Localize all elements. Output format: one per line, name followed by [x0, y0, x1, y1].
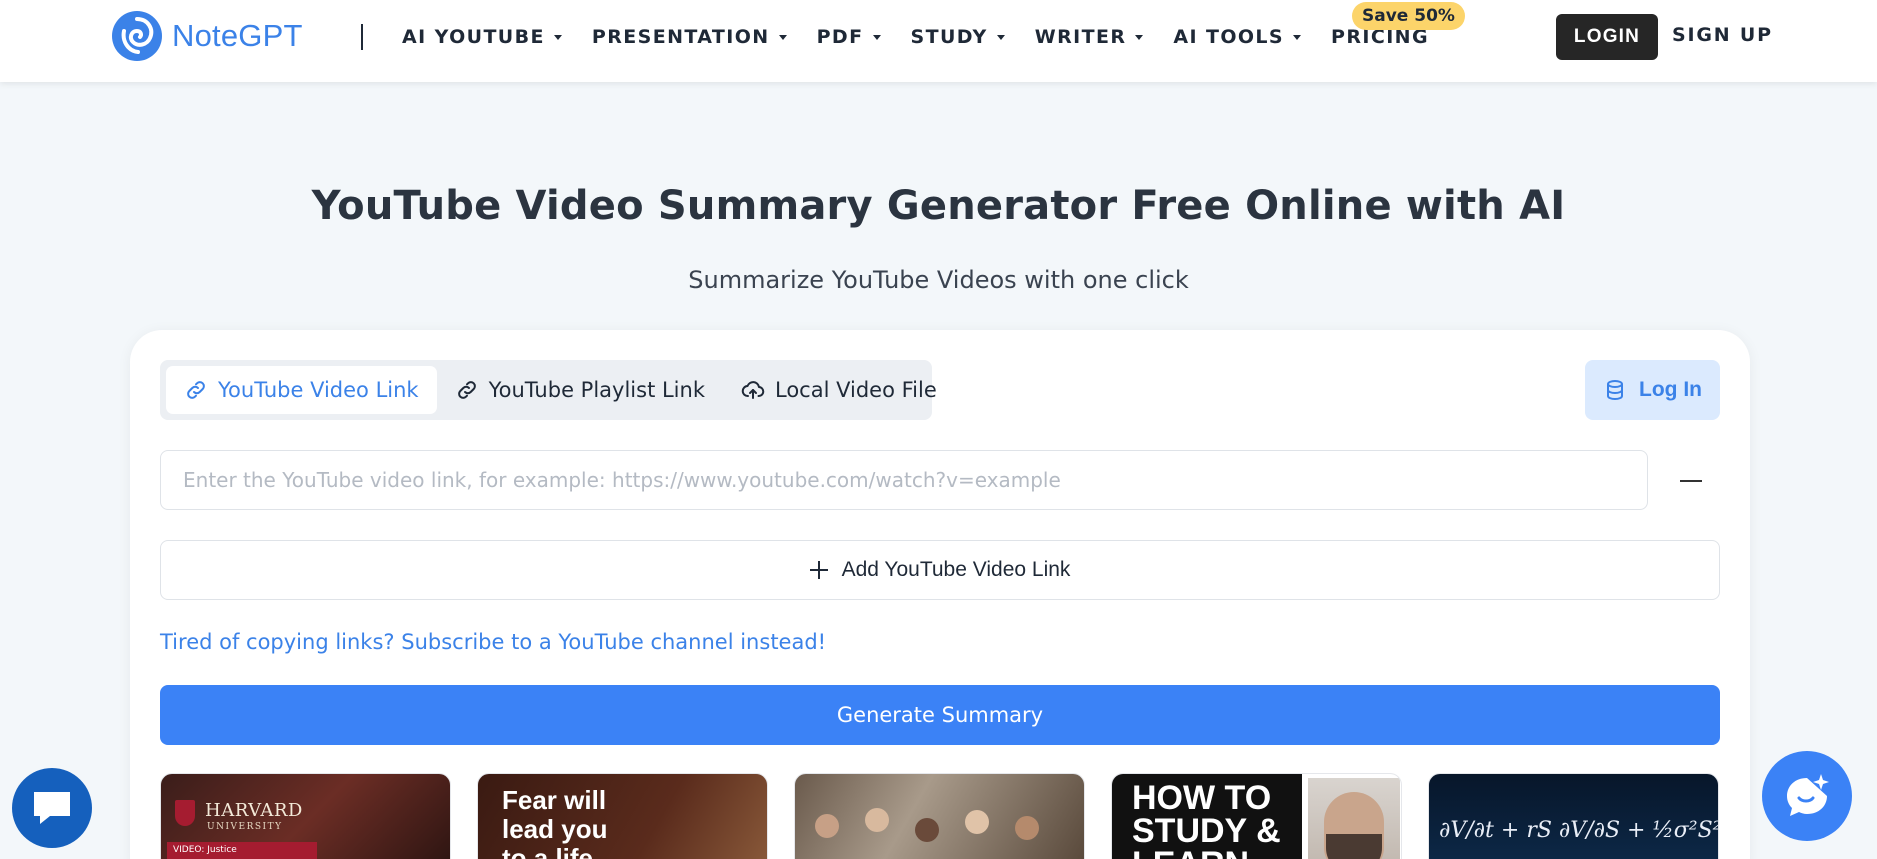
thumbnail-caption: Fear will lead you to a life: [502, 785, 608, 859]
tab-youtube-video-link[interactable]: YouTube Video Link: [166, 366, 437, 414]
caret-down-icon: [1293, 34, 1302, 40]
youtube-link-input[interactable]: [160, 450, 1648, 510]
logo-text: NoteGPT: [172, 18, 303, 53]
logo[interactable]: NoteGPT: [110, 10, 303, 62]
chat-bubble-icon: [34, 792, 70, 824]
main-nav: AI YOUTUBE PRESENTATION PDF STUDY WRITER…: [402, 0, 1459, 74]
tab-local-video-file[interactable]: Local Video File: [723, 366, 955, 414]
speaker-portrait: [1308, 778, 1400, 859]
caret-down-icon: [553, 34, 562, 40]
nav-ai-tools[interactable]: AI TOOLS: [1173, 26, 1302, 48]
thumbnail-black-scholes[interactable]: ∂V/∂t + rS ∂V/∂S + ½σ²S² ∂²V/∂S² − rV = …: [1428, 773, 1719, 859]
add-youtube-link-button[interactable]: Add YouTube Video Link: [160, 540, 1720, 600]
page-title: YouTube Video Summary Generator Free Onl…: [311, 183, 1566, 229]
thumbnail-caption: HOW TO STUDY & LEARN: [1112, 774, 1302, 859]
top-navbar: NoteGPT AI YOUTUBE PRESENTATION PDF STUD…: [0, 0, 1877, 82]
nav-study[interactable]: STUDY: [911, 26, 1005, 48]
equation-text: ∂V/∂t + rS ∂V/∂S + ½σ²S² ∂²V/∂S² − rV = …: [1439, 818, 1719, 843]
thumbnail-fear-will-lead[interactable]: Fear will lead you to a life: [477, 773, 768, 859]
card-login-button[interactable]: Log In: [1585, 360, 1720, 420]
database-icon: [1607, 380, 1623, 401]
ai-chat-sparkle-icon: [1787, 774, 1829, 816]
minus-icon: [1680, 480, 1702, 482]
nav-pdf[interactable]: PDF: [817, 26, 881, 48]
plus-icon: [809, 561, 828, 579]
harvard-shield-icon: [175, 800, 195, 826]
cloud-upload-icon: [741, 381, 765, 399]
audience-image: [795, 804, 1084, 859]
thumbnail-how-to-study[interactable]: HOW TO STUDY & LEARN: [1111, 773, 1402, 859]
nav-ai-youtube[interactable]: AI YOUTUBE: [402, 26, 562, 48]
header-login-button[interactable]: LOGIN: [1556, 14, 1658, 60]
link-icon: [457, 381, 476, 399]
caret-down-icon: [996, 34, 1005, 40]
remove-link-button[interactable]: [1674, 464, 1708, 498]
caret-down-icon: [778, 34, 787, 40]
tab-youtube-playlist-link[interactable]: YouTube Playlist Link: [437, 366, 723, 414]
notegpt-logo-icon: [112, 11, 162, 61]
pricing-save-badge: Save 50%: [1352, 2, 1465, 30]
nav-presentation[interactable]: PRESENTATION: [592, 26, 787, 48]
generate-summary-button[interactable]: Generate Summary: [160, 685, 1720, 745]
page-subtitle: Summarize YouTube Videos with one click: [688, 266, 1189, 294]
thumbnail-classroom[interactable]: [794, 773, 1085, 859]
header-signup-link[interactable]: SIGN UP: [1672, 24, 1773, 46]
nav-divider: [361, 24, 363, 50]
link-icon: [187, 381, 205, 399]
subscribe-channel-link[interactable]: Tired of copying links? Subscribe to a Y…: [160, 630, 826, 654]
example-videos: HARVARD UNIVERSITY VIDEO: Justice Fear w…: [160, 773, 1720, 859]
ai-chat-button[interactable]: [1762, 751, 1852, 841]
harvard-logo: HARVARD UNIVERSITY VIDEO: Justice: [167, 794, 317, 859]
thumbnail-harvard-justice[interactable]: HARVARD UNIVERSITY VIDEO: Justice: [160, 773, 451, 859]
caret-down-icon: [872, 34, 881, 40]
nav-writer[interactable]: WRITER: [1035, 26, 1144, 48]
caret-down-icon: [1135, 34, 1144, 40]
support-chat-button[interactable]: [12, 768, 92, 848]
source-tabs: YouTube Video Link YouTube Playlist Link…: [160, 360, 937, 420]
